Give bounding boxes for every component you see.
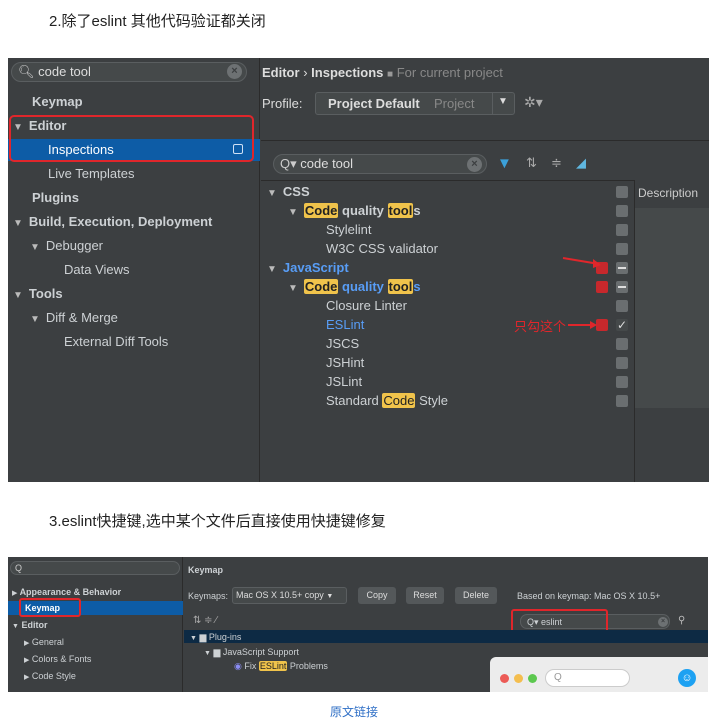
zoom-window-icon[interactable] (528, 674, 537, 683)
expand-triangle-icon[interactable]: ▼ (13, 290, 23, 301)
inspection-filter-input[interactable]: Q▾ code tool (273, 154, 487, 174)
sidebar-item-data-views[interactable]: Data Views (64, 259, 130, 281)
minimize-window-icon[interactable] (514, 674, 523, 683)
expand-triangle-icon[interactable]: ▼ (267, 188, 277, 199)
page-title: Keymap (188, 565, 224, 575)
annotation-red-box (9, 115, 254, 162)
collapse-all-icon[interactable]: ≑ (551, 155, 562, 171)
sidebar-item-appearance[interactable]: ▶ Appearance & Behavior (12, 587, 121, 597)
expand-triangle-icon[interactable]: ▼ (13, 218, 23, 229)
checkbox-javascript[interactable] (616, 262, 628, 274)
tree-item-fix-eslint[interactable]: ◉ Fix ESLint Problems (234, 661, 328, 672)
expand-triangle-icon[interactable]: ▼ (288, 207, 298, 218)
profile-label: Profile: (262, 96, 303, 111)
reset-button[interactable]: Reset (406, 587, 444, 604)
settings-search-input[interactable]: 🔍︎ code tool (11, 62, 247, 82)
settings-screenshot-keymap: Q ▶ Appearance & Behavior Keymap ▼ Edito… (8, 557, 708, 692)
search-icon: Q▾ (280, 156, 297, 171)
expand-triangle-icon[interactable]: ▼ (30, 242, 40, 253)
reset-icon[interactable]: ◢ (576, 155, 586, 171)
checkbox-jscs[interactable] (616, 338, 628, 350)
tree-item-js-support[interactable]: ▼ ▆ JavaScript Support (204, 647, 299, 658)
inspection-standard-code-style[interactable]: Standard Code Style (326, 390, 448, 412)
search-input[interactable]: Q (545, 669, 630, 687)
description-panel: Description (634, 180, 709, 482)
step-3-heading: 3.eslint快捷键,选中某个文件后直接使用快捷键修复 (49, 513, 386, 530)
sidebar-item-live-templates[interactable]: Live Templates (48, 163, 134, 185)
sidebar-item-editor[interactable]: ▼ Editor (12, 620, 47, 630)
step-2-heading: 2.除了eslint 其他代码验证都关闭 (49, 13, 266, 30)
checkbox-standard-code-style[interactable] (616, 395, 628, 407)
search-icon: 🔍︎ (18, 64, 35, 79)
clear-search-icon[interactable]: × (227, 64, 242, 79)
sidebar-item-colors-fonts[interactable]: ▶ Colors & Fonts (24, 654, 91, 664)
delete-button[interactable]: Delete (455, 587, 497, 604)
checkbox-jshint[interactable] (616, 357, 628, 369)
expand-all-icon[interactable]: ⇅ ≑ ∕ (193, 615, 217, 626)
settings-search-input[interactable]: Q (10, 561, 180, 575)
sidebar-item-general[interactable]: ▶ General (24, 637, 64, 647)
settings-sidebar: 🔍︎ code tool × Keymap ▼ Editor Inspection… (8, 58, 260, 482)
breadcrumb: Editor › Inspections ■ For current proje… (262, 65, 503, 80)
annotation-red-box (19, 598, 81, 617)
annotation-text: 只勾这个 (514, 319, 567, 334)
keymaps-label: Keymaps: (188, 591, 229, 601)
chevron-down-icon: ▼ (498, 96, 508, 107)
annotation-arrow-icon (568, 321, 597, 329)
checkbox-w3c[interactable] (616, 243, 628, 255)
sidebar-item-external-diff[interactable]: External Diff Tools (64, 331, 168, 353)
expand-all-icon[interactable]: ⇅ (526, 155, 537, 171)
checkbox-jslint[interactable] (616, 376, 628, 388)
keymap-select[interactable]: Mac OS X 10.5+ copy ▼ (232, 587, 347, 604)
project-scope-icon: ■ (387, 69, 394, 80)
checkbox-css[interactable] (616, 186, 628, 198)
filter-icon[interactable]: ▼ (497, 155, 512, 172)
expand-triangle-icon[interactable]: ▼ (30, 314, 40, 325)
find-shortcut-icon[interactable]: ⚲ (678, 615, 685, 626)
tree-item-plugins[interactable]: ▼ ▆ Plug-ins (190, 632, 241, 643)
expand-triangle-icon[interactable]: ▼ (288, 283, 298, 294)
close-window-icon[interactable] (500, 674, 509, 683)
expand-triangle-icon[interactable]: ▼ (267, 264, 277, 275)
clear-filter-icon[interactable]: × (467, 157, 482, 172)
sidebar-item-plugins[interactable]: Plugins (32, 187, 79, 209)
gear-icon[interactable]: ✲▾ (524, 94, 543, 111)
profile-select[interactable]: Project Default Project ▼ (315, 92, 515, 115)
sidebar-item-keymap[interactable]: Keymap (32, 91, 83, 113)
sidebar-item-build[interactable]: ▼ Build, Execution, Deployment (13, 211, 212, 233)
overlay-window: Q ☺ (490, 657, 708, 692)
sidebar-item-debugger[interactable]: ▼ Debugger (30, 235, 103, 257)
chevron-down-icon: ▼ (326, 593, 334, 600)
action-icon: ◉ (234, 661, 242, 671)
sidebar-item-diff-merge[interactable]: ▼ Diff & Merge (30, 307, 118, 329)
checkbox-js-code-quality[interactable] (616, 281, 628, 293)
app-icon[interactable]: ☺ (678, 669, 696, 687)
source-link[interactable]: 原文链接 (330, 703, 378, 720)
settings-sidebar: Q ▶ Appearance & Behavior Keymap ▼ Edito… (8, 557, 183, 692)
severity-error-icon (596, 281, 608, 293)
checkbox-stylelint[interactable] (616, 224, 628, 236)
checkbox-css-code-quality[interactable] (616, 205, 628, 217)
copy-button[interactable]: Copy (358, 587, 396, 604)
checkbox-closure-linter[interactable] (616, 300, 628, 312)
sidebar-item-tools[interactable]: ▼ Tools (13, 283, 63, 305)
sidebar-item-code-style[interactable]: ▶ Code Style (24, 671, 76, 681)
checkbox-eslint-checked[interactable]: ✓ (616, 319, 628, 331)
inspections-panel: Editor › Inspections ■ For current proje… (261, 58, 709, 482)
annotation-arrow-icon (562, 257, 601, 268)
settings-screenshot-inspections: 🔍︎ code tool × Keymap ▼ Editor Inspection… (8, 58, 709, 482)
clear-search-icon[interactable]: × (658, 617, 668, 627)
based-on-text: Based on keymap: Mac OS X 10.5+ (517, 591, 661, 601)
